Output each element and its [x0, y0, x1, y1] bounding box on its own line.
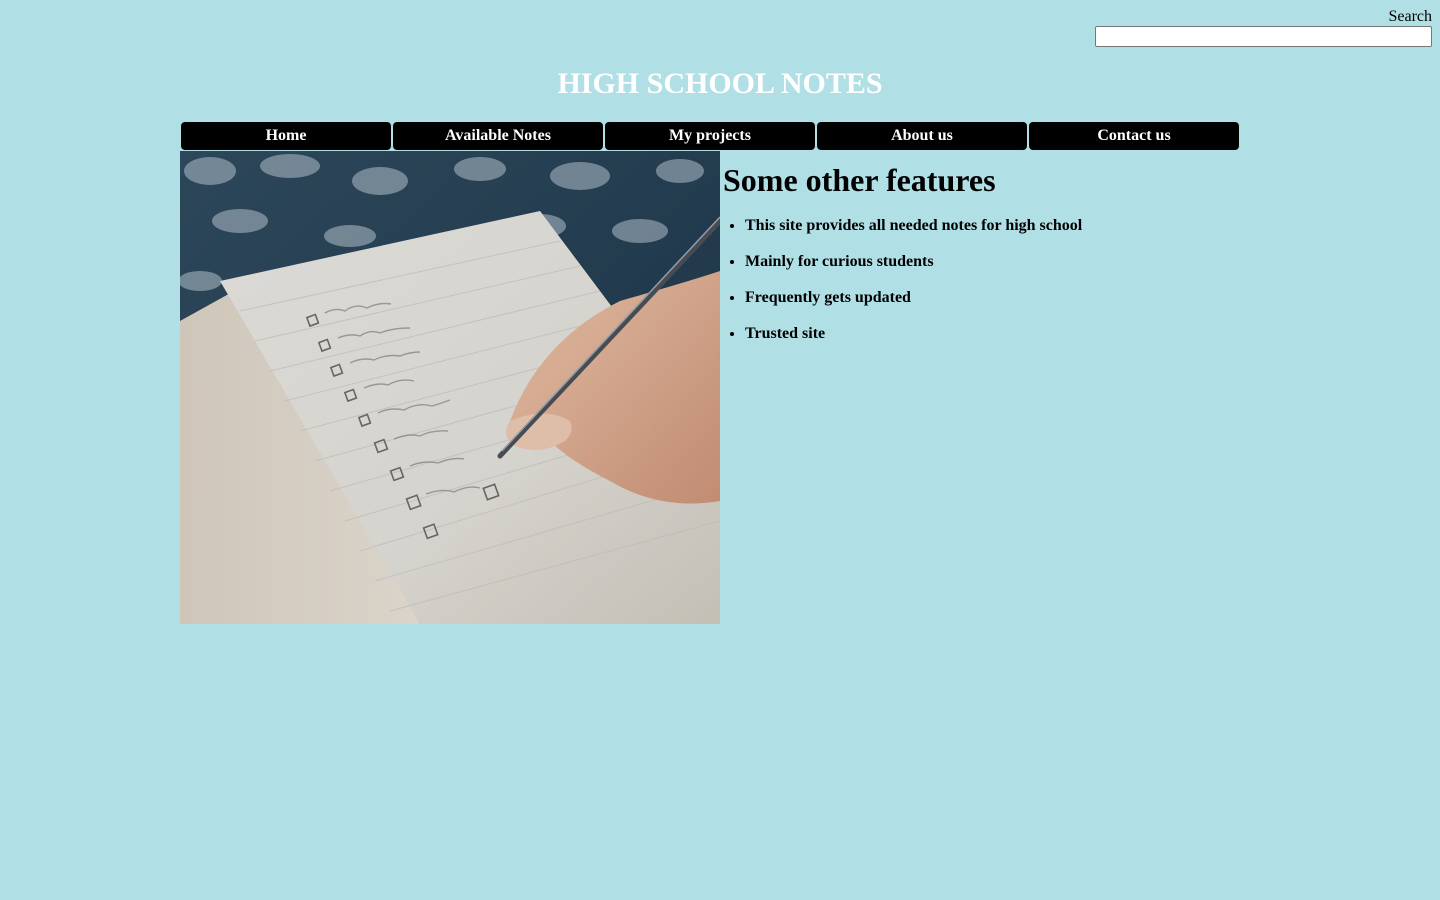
- nav-item-about-us[interactable]: About us: [817, 122, 1027, 150]
- nav-item-available-notes[interactable]: Available Notes: [393, 122, 603, 150]
- search-area: Search: [1092, 7, 1432, 47]
- main-nav: Home Available Notes My projects About u…: [180, 122, 1240, 150]
- feature-item: Trusted site: [745, 325, 1240, 343]
- notebook-checklist-image: [180, 151, 720, 624]
- feature-item: Frequently gets updated: [745, 289, 1240, 307]
- page-title: HIGH SCHOOL NOTES: [557, 67, 883, 100]
- feature-item: Mainly for curious students: [745, 253, 1240, 271]
- nav-item-home[interactable]: Home: [181, 122, 391, 150]
- feature-item: This site provides all needed notes for …: [745, 217, 1240, 235]
- search-label: Search: [1388, 8, 1432, 25]
- nav-item-my-projects[interactable]: My projects: [605, 122, 815, 150]
- nav-item-contact-us[interactable]: Contact us: [1029, 122, 1239, 150]
- search-input[interactable]: [1095, 26, 1432, 47]
- features-section: Some other features This site provides a…: [723, 151, 1240, 361]
- features-title: Some other features: [723, 162, 996, 198]
- features-list: This site provides all needed notes for …: [723, 217, 1240, 343]
